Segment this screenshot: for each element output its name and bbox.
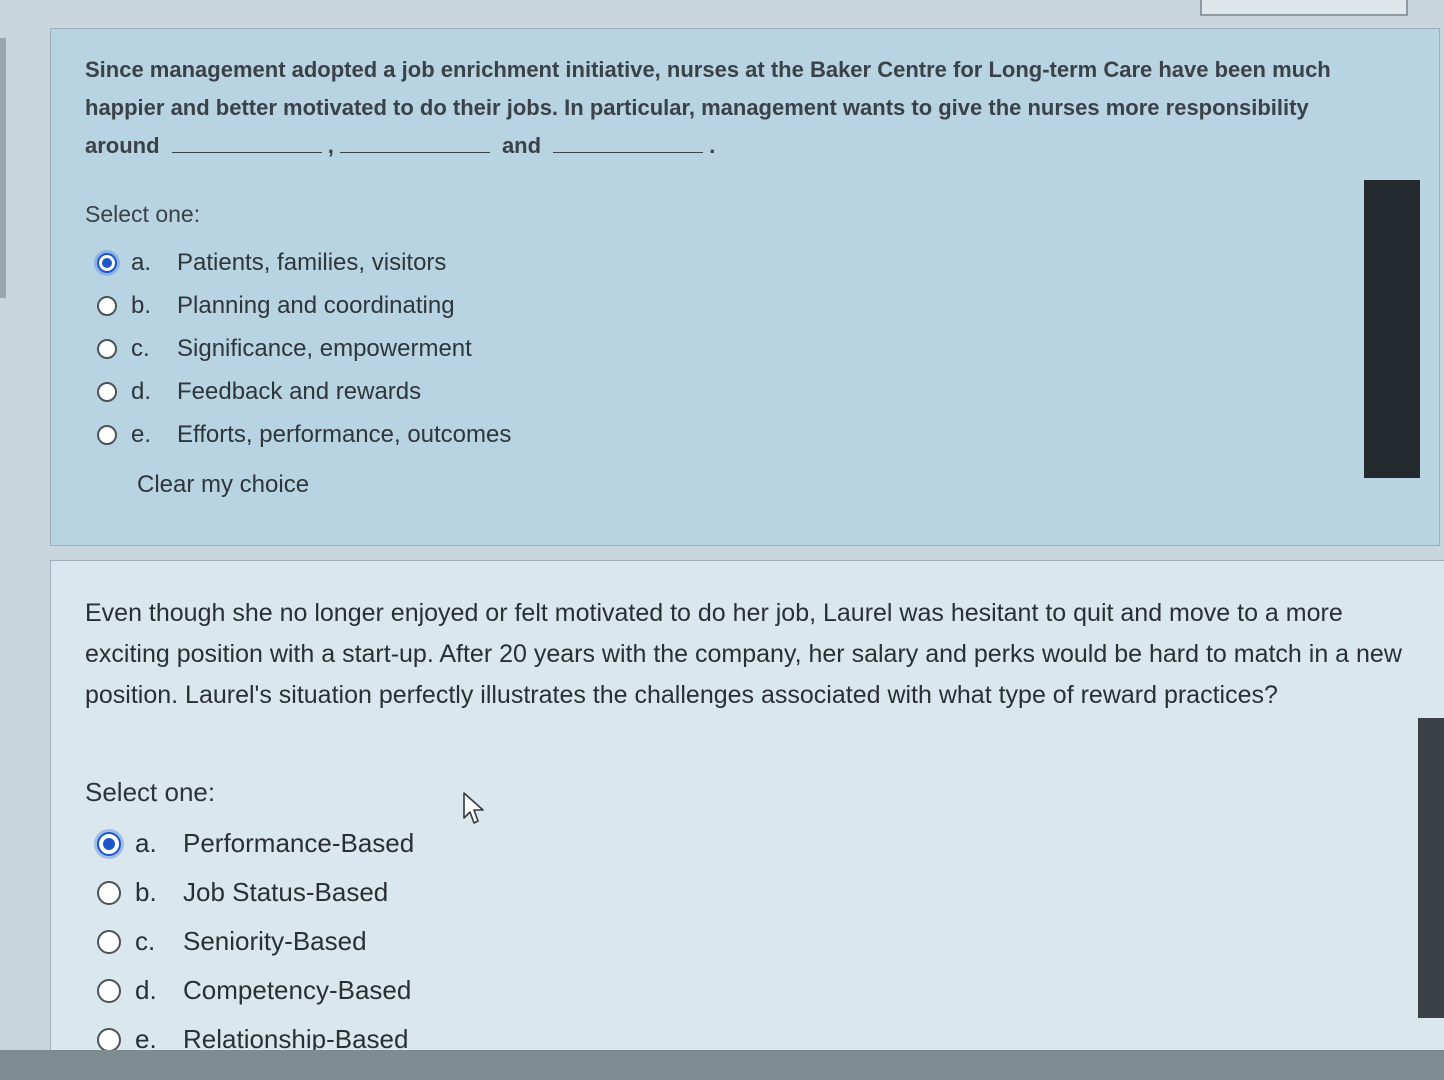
question-1-period: .: [709, 133, 716, 158]
q2-option-letter: b.: [135, 877, 157, 907]
q2-radio-c[interactable]: [97, 929, 121, 954]
q1-option-letter: c.: [131, 334, 150, 362]
bottom-strip: [0, 1050, 1444, 1080]
q2-option-letter: c.: [135, 926, 156, 956]
q1-radio-e[interactable]: [97, 424, 117, 445]
q1-option-c[interactable]: c. Significance, empowerment: [97, 327, 511, 370]
q2-option-a[interactable]: a. Performance-Based: [97, 819, 414, 868]
clear-my-choice-link[interactable]: Clear my choice: [137, 471, 309, 499]
q1-option-label: Planning and coordinating: [177, 291, 455, 319]
q1-option-letter: e.: [131, 420, 152, 448]
q1-option-label: Significance, empowerment: [177, 334, 472, 362]
q2-radio-d[interactable]: [97, 978, 121, 1003]
question-1-text: Since management adopted a job enrichmen…: [85, 51, 1365, 165]
blank-1: [171, 132, 322, 153]
question-1-options: a. Patients, families, visitors b. Plann…: [97, 241, 511, 456]
q1-option-a[interactable]: a. Patients, families, visitors: [97, 241, 511, 284]
q2-option-d[interactable]: d. Competency-Based: [97, 966, 414, 1015]
q2-option-c[interactable]: c. Seniority-Based: [97, 917, 414, 966]
question-1: Since management adopted a job enrichmen…: [50, 28, 1440, 546]
q2-option-label: Job Status-Based: [183, 877, 389, 907]
q2-option-letter: d.: [135, 975, 157, 1005]
q2-option-label: Performance-Based: [183, 828, 415, 858]
question-1-comma: ,: [327, 133, 334, 158]
mouse-pointer-icon: [463, 792, 484, 824]
q1-option-e[interactable]: e. Efforts, performance, outcomes: [97, 413, 511, 456]
q1-radio-d[interactable]: [97, 381, 117, 402]
question-2-text: Even though she no longer enjoyed or fel…: [85, 599, 1402, 709]
q1-option-letter: d.: [131, 377, 152, 405]
q1-radio-c[interactable]: [97, 338, 117, 359]
q2-radio-b[interactable]: [97, 880, 121, 905]
side-panel-edge: [1418, 718, 1444, 1018]
q1-option-label: Patients, families, visitors: [177, 248, 447, 276]
q2-option-b[interactable]: b. Job Status-Based: [97, 868, 414, 917]
top-frame: [1200, 0, 1408, 16]
blank-3: [553, 132, 704, 153]
question-2-options: a. Performance-Based b. Job Status-Based…: [97, 819, 414, 1064]
question-1-and: and: [501, 133, 542, 158]
q1-option-b[interactable]: b. Planning and coordinating: [97, 284, 511, 327]
q1-radio-b[interactable]: [97, 295, 117, 316]
q1-option-letter: b.: [131, 291, 152, 319]
q1-option-label: Efforts, performance, outcomes: [177, 420, 512, 448]
left-edge: [0, 38, 6, 298]
question-2-prompt: Select one:: [85, 777, 216, 807]
q1-option-label: Feedback and rewards: [177, 377, 422, 405]
blank-2: [339, 132, 490, 153]
q2-option-label: Seniority-Based: [183, 926, 367, 956]
question-2: Even though she no longer enjoyed or fel…: [50, 560, 1444, 1080]
q1-radio-a[interactable]: [97, 252, 117, 273]
question-1-prompt: Select one:: [85, 201, 201, 227]
q2-radio-e[interactable]: [97, 1027, 121, 1052]
q2-option-letter: a.: [135, 828, 157, 858]
q2-radio-a[interactable]: [97, 831, 121, 856]
q1-option-d[interactable]: d. Feedback and rewards: [97, 370, 511, 413]
q1-option-letter: a.: [131, 248, 152, 276]
q2-option-label: Competency-Based: [183, 975, 412, 1005]
scrollbar[interactable]: [1364, 180, 1420, 478]
